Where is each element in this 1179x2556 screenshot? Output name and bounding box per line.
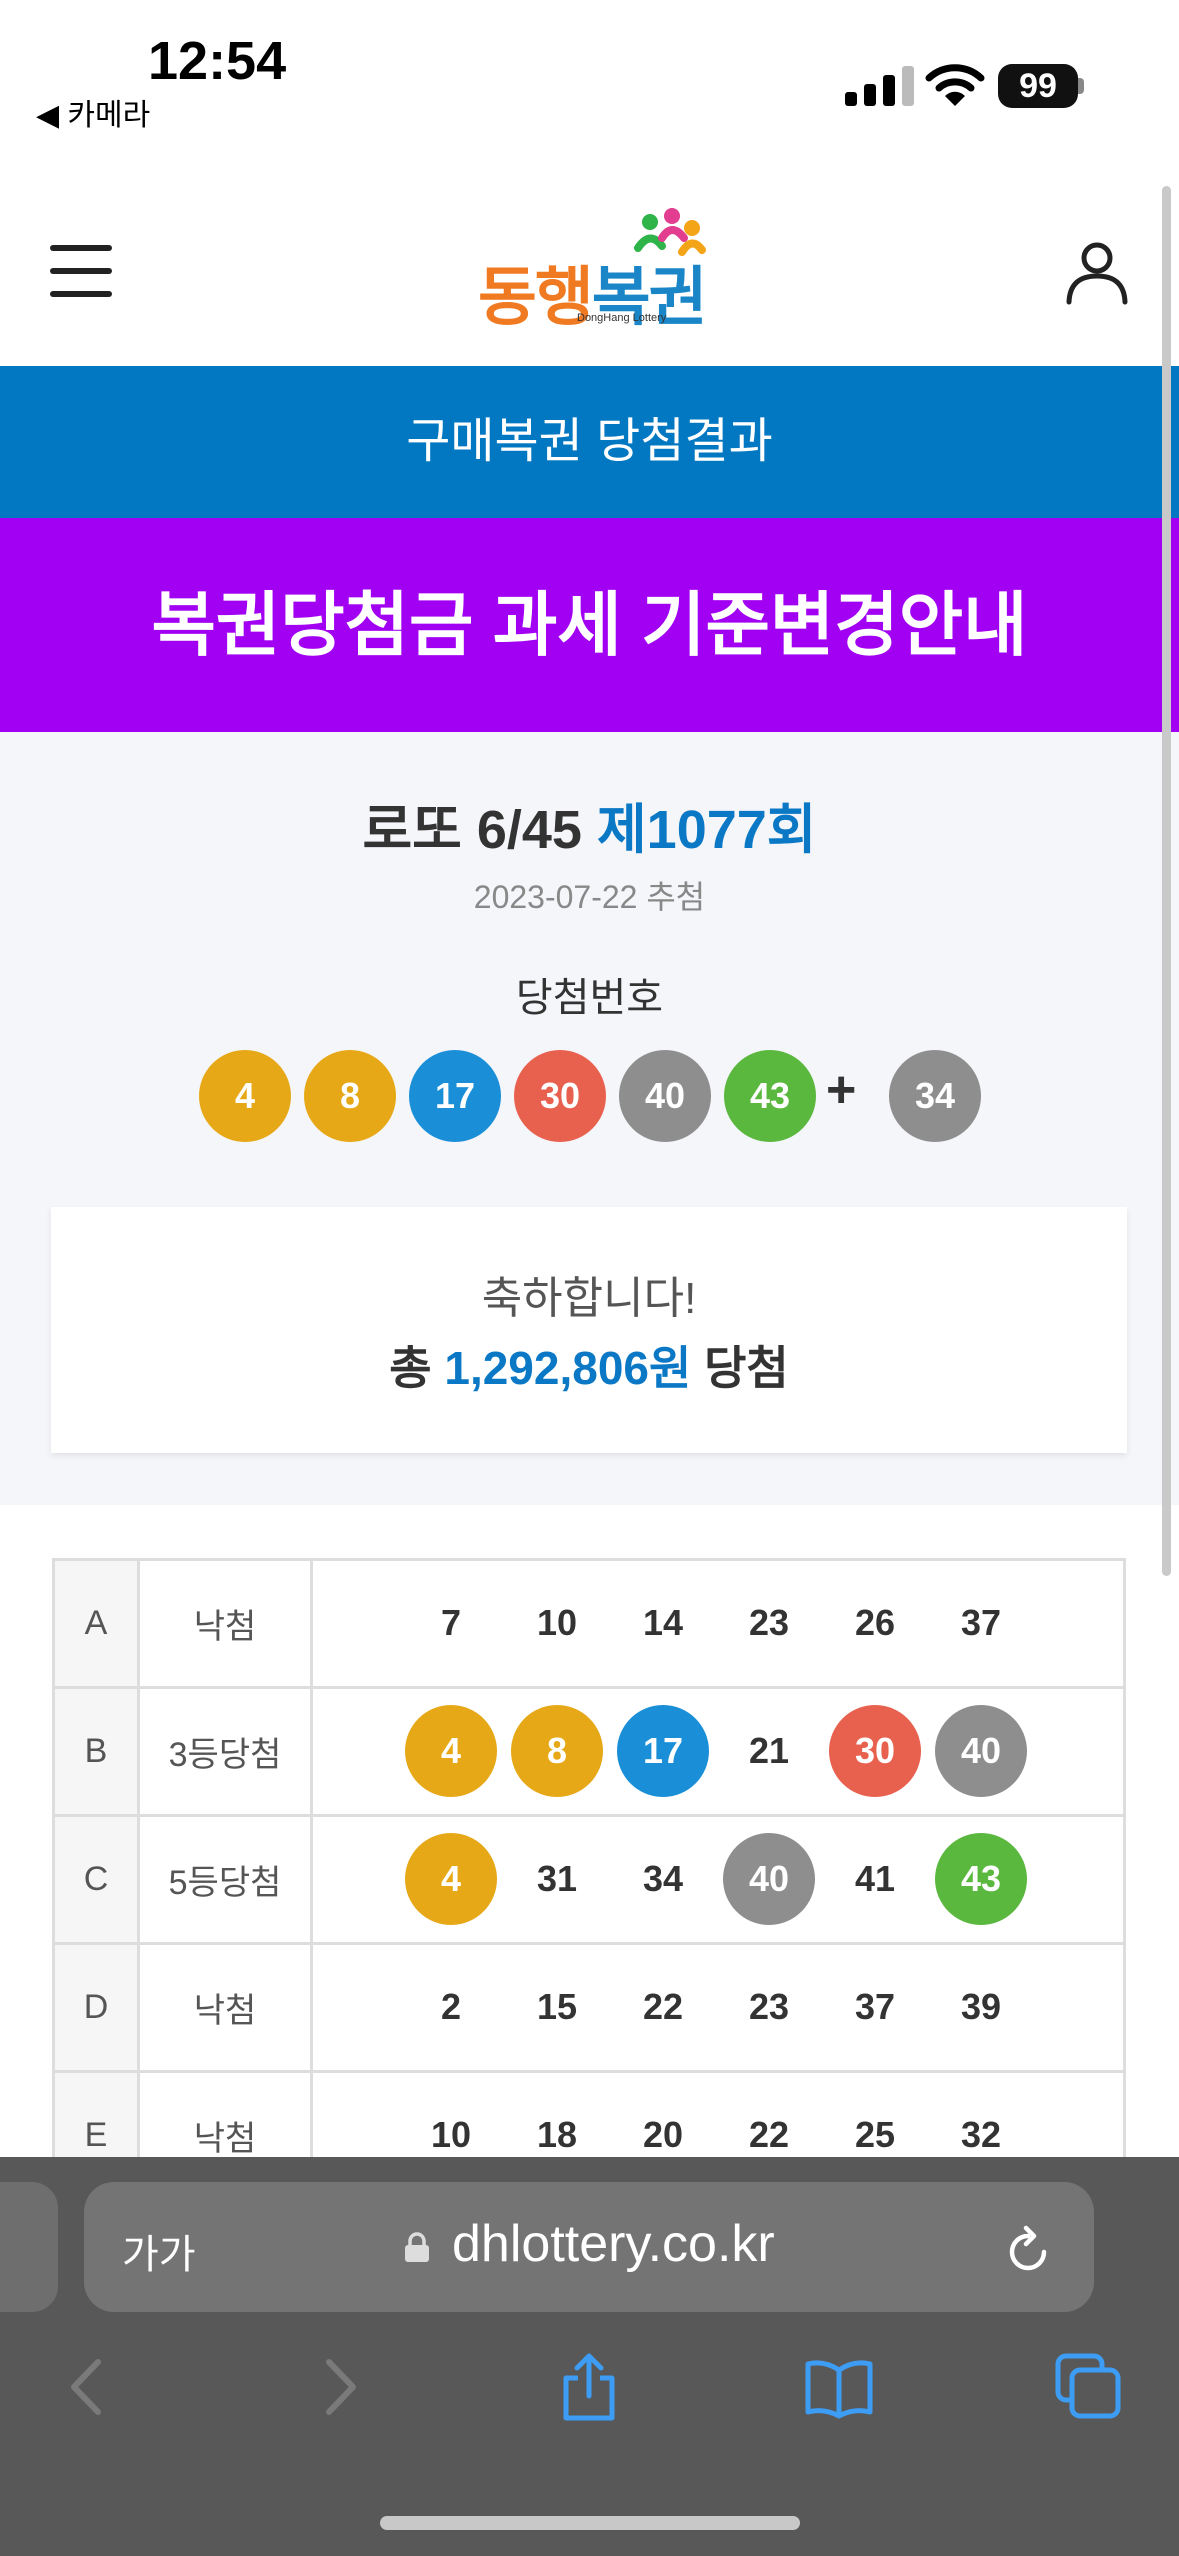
wifi-icon [925,64,985,106]
text-size-button[interactable]: 가가 [122,2222,196,2280]
status-time: 12:54 [148,31,287,91]
ticket-number: 34 [642,1858,684,1899]
ticket-number: 15 [536,1986,578,2027]
total-prize: 총 1,292,806원 당첨 [51,1332,1127,1398]
previous-tab-stub[interactable] [0,2182,58,2312]
ticket-row-status: 3등당첨 [137,1686,313,1817]
battery-tip [1078,78,1084,94]
matched-number-ball: 4 [405,1705,497,1797]
matched-number-ball: 43 [935,1833,1027,1925]
logo-text-a: 동행 [478,261,594,333]
user-account-icon[interactable] [1064,240,1130,306]
matched-number-ball: 30 [829,1705,921,1797]
ticket-table: A 낙첨 7 10 14 23 26 37 B 3등당첨 4 8 17 21 30 40 C 5등당첨 4 31 34 4… [52,1558,1126,2201]
bonus-number-ball: 34 [889,1050,981,1142]
draw-round: 제1077회 [596,800,817,860]
matched-number-ball: 40 [935,1705,1027,1797]
home-indicator[interactable] [380,2516,800,2530]
ticket-row-numbers: 2 15 22 23 37 39 [310,1942,1126,2073]
ticket-row-label: A [52,1558,140,1689]
purchase-results-banner[interactable]: 구매복권 당첨결과 [0,366,1179,518]
ticket-row: D 낙첨 2 15 22 23 37 39 [52,1942,1126,2073]
total-amount: 1,292,806원 [444,1342,692,1394]
ticket-row-status: 낙첨 [137,1942,313,2073]
back-arrow-icon[interactable] [52,2352,122,2422]
winning-number-ball: 30 [514,1050,606,1142]
tabs-icon[interactable] [1054,2352,1124,2422]
site-logo[interactable]: 동행복권 [478,246,708,338]
ticket-row-status: 낙첨 [137,1558,313,1689]
hamburger-menu-icon[interactable] [50,245,112,297]
url-text[interactable]: dhlottery.co.kr [452,2214,775,2274]
ticket-number: 7 [440,1602,462,1643]
ticket-number: 41 [854,1858,896,1899]
draw-date: 2023-07-22 추첨 [473,879,706,915]
matched-number-ball: 17 [617,1705,709,1797]
ticket-row-label: B [52,1686,140,1817]
congrats-text: 축하합니다! [481,1274,697,1323]
winning-number-ball: 8 [304,1050,396,1142]
ticket-row-numbers: 4 8 17 21 30 40 [310,1686,1126,1817]
ticket-number: 37 [854,1986,896,2027]
winning-number-ball: 17 [409,1050,501,1142]
ticket-number: 39 [960,1986,1002,2027]
ticket-number: 10 [536,1602,578,1643]
reload-icon[interactable] [1000,2224,1056,2280]
back-to-app-link[interactable]: ◀ 카메라 [36,90,150,134]
winning-number-ball: 43 [724,1050,816,1142]
ticket-number: 26 [854,1602,896,1643]
prize-summary-card [51,1207,1127,1453]
game-name: 로또 6/45 [362,800,582,860]
ticket-row: B 3등당첨 4 8 17 21 30 40 [52,1686,1126,1817]
ticket-number: 21 [748,1730,790,1771]
share-icon[interactable] [554,2352,624,2422]
ticket-row-label: D [52,1942,140,2073]
ticket-row-numbers: 4 31 34 40 41 43 [310,1814,1126,1945]
winning-number-ball: 4 [199,1050,291,1142]
ticket-row-numbers: 7 10 14 23 26 37 [310,1558,1126,1689]
ticket-number: 37 [960,1602,1002,1643]
lock-icon [405,2232,429,2262]
total-prefix: 총 [389,1342,432,1394]
tax-notice-banner[interactable]: 복권당첨금 과세 기준변경안내 [0,518,1179,732]
matched-number-ball: 8 [511,1705,603,1797]
ticket-number: 23 [748,1986,790,2027]
cellular-signal-icon [845,66,914,106]
ticket-number: 31 [536,1858,578,1899]
ticket-number: 2 [440,1986,462,2027]
battery-indicator: 99 [998,64,1078,108]
ticket-number: 23 [748,1602,790,1643]
ticket-row-status: 5등당첨 [137,1814,313,1945]
ticket-row-label: C [52,1814,140,1945]
ticket-number: 14 [642,1602,684,1643]
draw-title: 로또 6/45 제1077회 [0,785,1179,864]
ticket-number: 22 [642,1986,684,2027]
forward-arrow-icon[interactable] [305,2352,375,2422]
winning-number-ball: 40 [619,1050,711,1142]
winning-numbers-label: 당첨번호 [515,976,664,1020]
matched-number-ball: 40 [723,1833,815,1925]
logo-subtitle: DongHang Lottery [577,312,667,324]
page-scrollbar[interactable] [1162,186,1171,1576]
ticket-row: C 5등당첨 4 31 34 40 41 43 [52,1814,1126,1945]
total-suffix: 당첨 [704,1342,789,1394]
ticket-row: A 낙첨 7 10 14 23 26 37 [52,1558,1126,1689]
matched-number-ball: 4 [405,1833,497,1925]
bonus-plus-sign: + [826,1061,857,1119]
bookmarks-icon[interactable] [804,2352,874,2422]
